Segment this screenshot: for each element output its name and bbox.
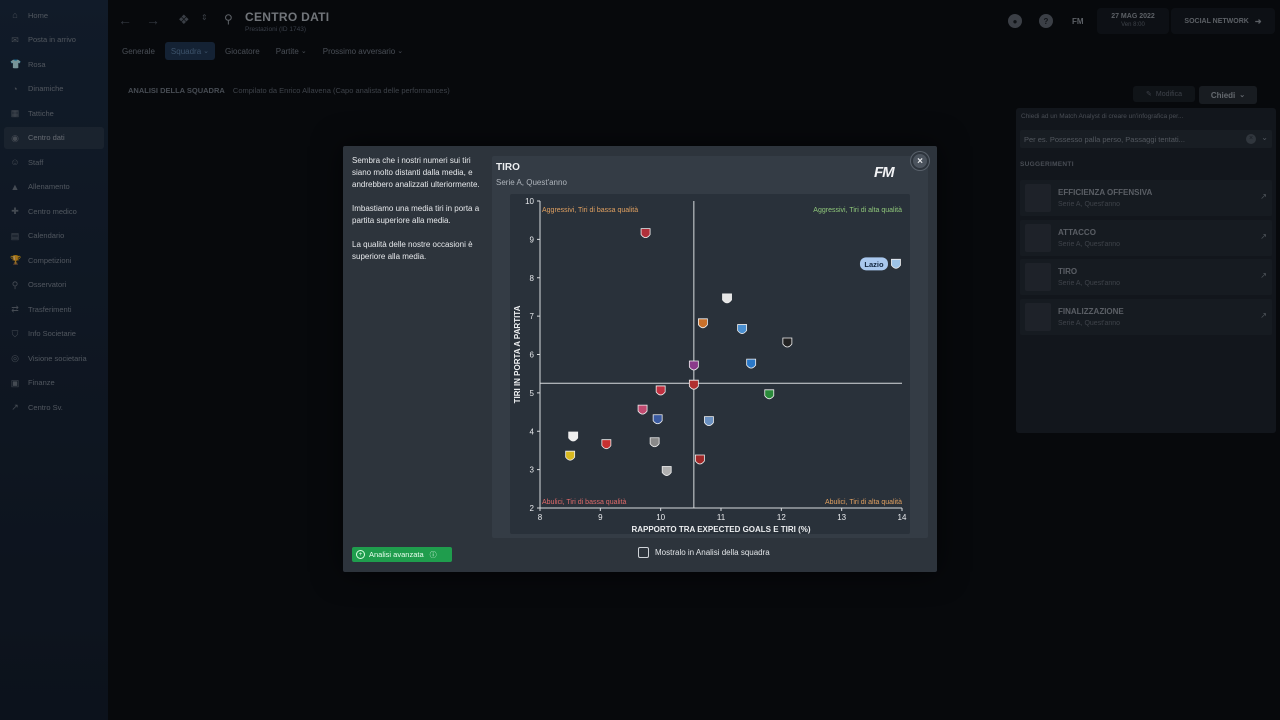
x-axis-label: RAPPORTO TRA EXPECTED GOALS E TIRI (%)	[631, 525, 810, 534]
app-window: ⌂ Home ✉ Posta in arrivo 👕 Rosa ◔ Dinamiche ▦ Tat…	[0, 0, 1280, 720]
team-crest-point	[601, 439, 612, 450]
team-crest-point	[568, 431, 579, 442]
close-button[interactable]: ×	[911, 152, 929, 170]
team-crest-point	[637, 404, 648, 415]
modal-description: Sembra che i nostri numeri sui tiri sian…	[352, 155, 492, 275]
y-axis-label: TIRI IN PORTA A PARTITA	[513, 305, 522, 403]
chart-title: TIRO	[496, 162, 520, 173]
team-crest-point	[722, 293, 732, 304]
team-crest-point	[688, 360, 699, 371]
show-in-analysis-label: Mostralo in Analisi della squadra	[655, 548, 770, 557]
team-crest-point	[746, 358, 757, 369]
x-tick-label: 9	[598, 513, 603, 522]
team-crest-point	[704, 416, 714, 427]
team-crest-point	[698, 318, 708, 329]
y-tick-label: 4	[530, 427, 535, 436]
show-in-analysis-checkbox[interactable]: Mostralo in Analisi della squadra	[638, 547, 770, 558]
y-tick-label: 7	[530, 312, 535, 321]
quadrant-label-top-left: Aggressivi, Tiri di bassa qualità	[542, 207, 638, 214]
quadrant-label-top-right: Aggressivi, Tiri di alta qualità	[813, 207, 902, 214]
x-tick-label: 10	[656, 513, 665, 522]
highlight-label: Lazio	[864, 260, 884, 269]
quadrant-label-bottom-right: Abulici, Tiri di alta qualità	[825, 499, 902, 506]
fm-brand-logo: FM	[874, 164, 895, 181]
infographic-modal: Sembra che i nostri numeri sui tiri sian…	[343, 146, 937, 572]
modal-paragraph: La qualità delle nostre occasioni è supe…	[352, 240, 473, 261]
quadrant-label-bottom-left: Abulici, Tiri di bassa qualità	[542, 499, 627, 506]
modal-paragraph: Sembra che i nostri numeri sui tiri sian…	[352, 156, 480, 189]
x-tick-label: 12	[777, 513, 786, 522]
x-tick-label: 14	[898, 513, 907, 522]
team-crest-point	[891, 258, 901, 269]
y-tick-label: 9	[530, 235, 535, 244]
team-crest-point	[764, 389, 775, 400]
team-crest-point	[565, 450, 576, 461]
scatter-chart: 8 9 10 11 12 13 14 2 3 4 5 6 7 8 9 10 RAPPORTO TRA EXPEC…	[510, 194, 910, 534]
plot-area	[510, 194, 910, 534]
x-tick-label: 8	[538, 513, 543, 522]
y-tick-label: 2	[530, 504, 535, 513]
chart-subtitle: Serie A, Quest'anno	[496, 178, 567, 187]
y-tick-label: 10	[525, 197, 534, 206]
modal-paragraph: Imbastiamo una media tiri in porta a par…	[352, 204, 480, 225]
y-tick-label: 6	[530, 351, 535, 360]
team-crest-point	[640, 228, 651, 239]
team-crest-point	[688, 379, 699, 390]
y-tick-label: 3	[530, 466, 535, 475]
checkbox-box[interactable]	[638, 547, 649, 558]
team-crest-point	[655, 385, 666, 396]
team-crest-point	[694, 454, 705, 465]
chart-card: 8 9 10 11 12 13 14 2 3 4 5 6 7 8 9 10 RAPPORTO TRA EXPEC…	[492, 156, 928, 538]
plus-icon: +	[356, 550, 365, 559]
team-crest-point	[661, 466, 672, 476]
info-icon: ⓘ	[429, 551, 437, 559]
y-tick-label: 5	[530, 389, 535, 398]
y-tick-label: 8	[530, 274, 535, 283]
x-tick-label: 11	[717, 513, 726, 522]
advanced-analysis-button[interactable]: + Analisi avanzata ⓘ	[352, 547, 452, 562]
team-crest-point	[649, 437, 660, 448]
team-crest-point	[737, 324, 748, 334]
advanced-analysis-label: Analisi avanzata	[369, 550, 424, 559]
team-crest-point	[782, 337, 793, 348]
x-tick-label: 13	[837, 513, 846, 522]
close-icon: ×	[917, 155, 923, 167]
team-crest-point	[652, 414, 663, 425]
